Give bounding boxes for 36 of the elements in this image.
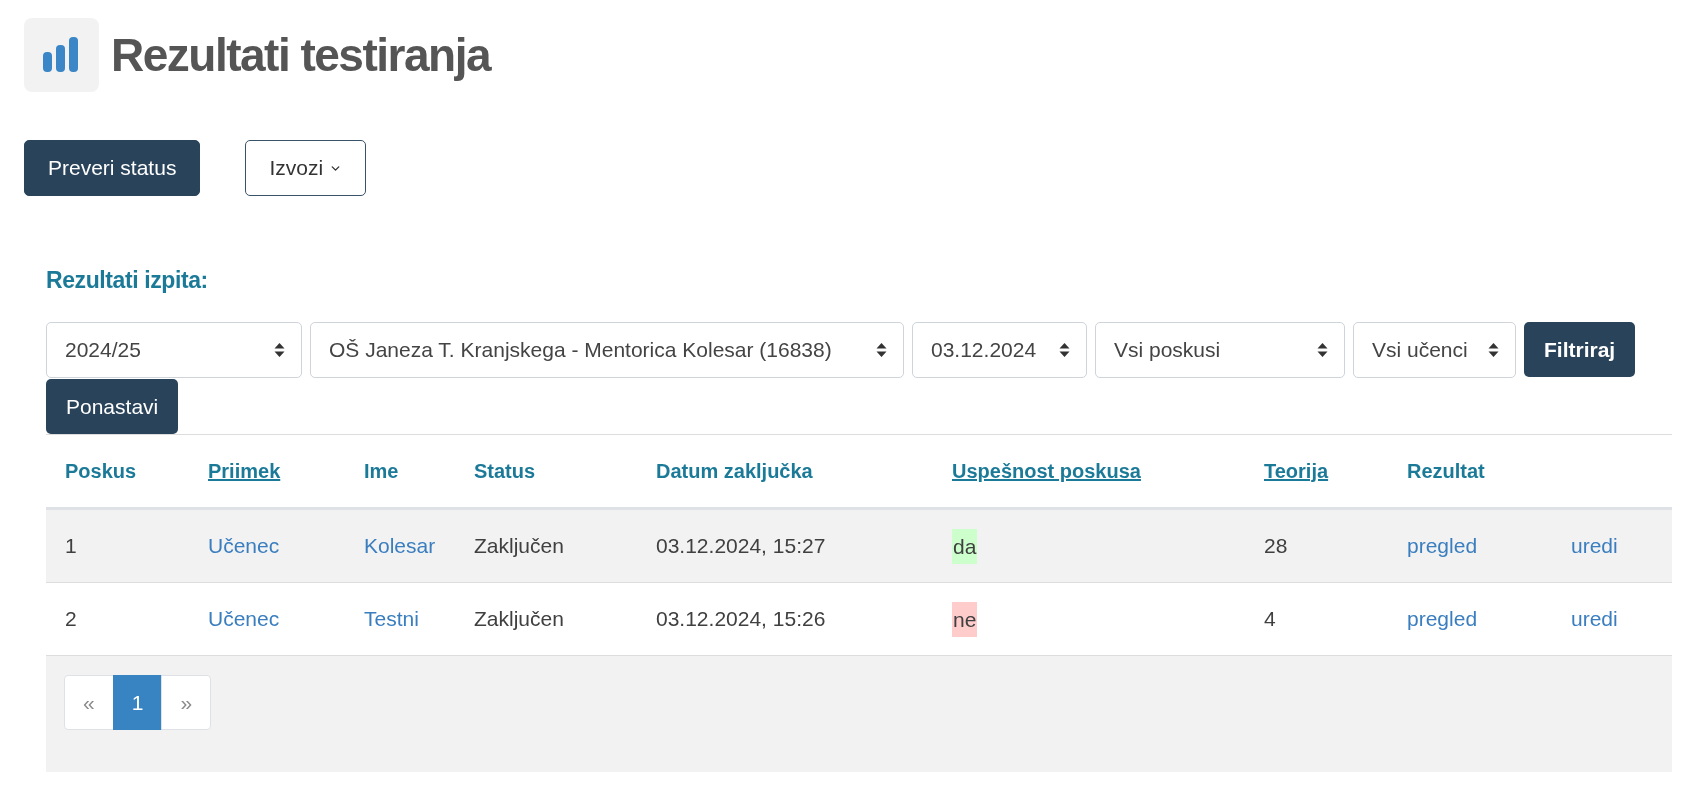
name-link[interactable]: Kolesar	[364, 534, 436, 557]
page-link[interactable]: 1	[112, 675, 163, 730]
table-cell: Zaključen	[455, 508, 637, 583]
surname-link[interactable]: Učenec	[208, 534, 280, 557]
filter-select[interactable]: 03.12.2024	[912, 322, 1087, 378]
up-down-caret-icon	[274, 342, 285, 358]
filter-select[interactable]: Vsi poskusi	[1095, 322, 1345, 378]
page-title: Rezultati testiranja	[111, 29, 490, 81]
edit-link[interactable]: uredi	[1571, 607, 1618, 630]
section-heading: Rezultati izpita:	[46, 266, 208, 294]
review-link[interactable]: pregled	[1407, 607, 1478, 630]
bar-chart-icon	[24, 18, 99, 92]
review-link[interactable]: pregled	[1407, 534, 1478, 557]
up-down-caret-icon	[1059, 342, 1070, 358]
up-down-caret-icon	[876, 342, 887, 358]
check-status-button[interactable]: Preveri status	[24, 140, 201, 196]
filter-button[interactable]: Filtriraj	[1524, 322, 1636, 377]
export-dropdown-button[interactable]: Izvozi	[245, 140, 367, 196]
table-cell: Zaključen	[455, 582, 637, 656]
success-tag: ne	[952, 601, 978, 637]
up-down-caret-icon	[1488, 342, 1499, 358]
reset-button[interactable]: Ponastavi	[46, 379, 179, 434]
table-cell: 03.12.2024, 15:26	[637, 582, 933, 656]
surname-link[interactable]: Učenec	[208, 607, 280, 630]
filter-select[interactable]: OŠ Janeza T. Kranjskega - Mentorica Kolesar (16838)	[310, 322, 904, 378]
name-link[interactable]: Testni	[364, 607, 419, 630]
up-down-caret-icon	[1317, 342, 1328, 358]
table-cell: 4	[1245, 582, 1388, 656]
table-cell: 1	[46, 508, 189, 583]
table-cell: 28	[1245, 508, 1388, 583]
filter-select[interactable]: 2024/25	[46, 322, 302, 378]
success-tag: da	[952, 528, 978, 564]
table-cell: 03.12.2024, 15:27	[637, 508, 933, 583]
filter-select[interactable]: Vsi učenci	[1353, 322, 1516, 378]
edit-link[interactable]: uredi	[1571, 534, 1618, 557]
table-cell: 2	[46, 582, 189, 656]
